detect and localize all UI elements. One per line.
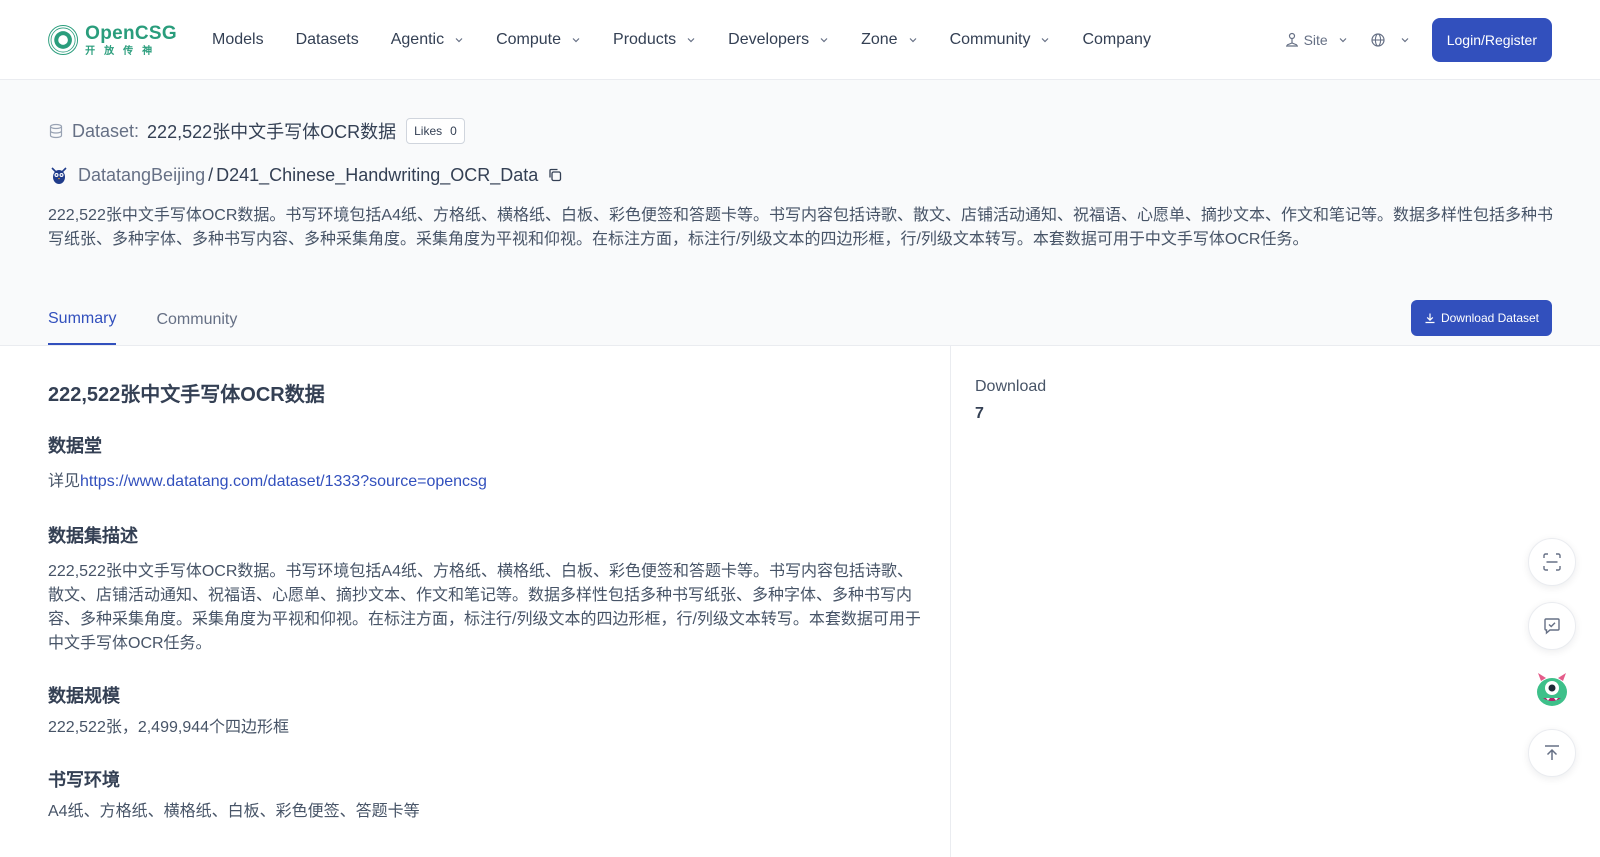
nav-community[interactable]: Community — [950, 31, 1051, 49]
tab-community[interactable]: Community — [156, 299, 237, 345]
readme-content: 222,522张中文手写体OCR数据 数据堂 详见https://www.dat… — [48, 346, 923, 857]
section-heading-scale: 数据规模 — [48, 686, 120, 706]
site-label: Site — [1303, 32, 1328, 48]
mascot-icon — [1537, 673, 1567, 706]
dataset-label: Dataset: — [72, 120, 140, 141]
datatang-source-link[interactable]: https://www.datatang.com/dataset/1333?so… — [80, 473, 487, 490]
nav-company[interactable]: Company — [1082, 31, 1150, 49]
nav-compute[interactable]: Compute — [496, 31, 581, 49]
download-icon — [1425, 313, 1435, 324]
site-icon — [1285, 32, 1298, 47]
section-heading-environment: 书写环境 — [48, 770, 120, 790]
chevron-down-icon — [909, 38, 916, 43]
nav-community-label: Community — [949, 31, 1031, 48]
section-heading-datatang: 数据堂 — [48, 436, 102, 456]
dataset-header: Dataset: 222,522张中文手写体OCR数据 Likes 0 Data… — [0, 80, 1600, 346]
dataset-title: 222,522张中文手写体OCR数据 — [147, 122, 397, 142]
logo-name: OpenCSG — [85, 22, 177, 44]
header-tools: Site Login/Register — [1284, 18, 1552, 62]
nav-datasets-label: Datasets — [295, 31, 359, 48]
description-text: 222,522张中文手写体OCR数据。书写环境包括A4纸、方格纸、横格纸、白板、… — [48, 563, 921, 652]
source-prefix: 详见 — [48, 473, 81, 490]
opencsg-logo-icon — [48, 25, 79, 55]
feedback-button[interactable] — [1528, 602, 1576, 650]
back-to-top-button[interactable] — [1528, 729, 1576, 777]
section-heading-description: 数据集描述 — [48, 526, 138, 546]
likes-button[interactable]: Likes 0 — [406, 118, 465, 144]
nav-compute-label: Compute — [496, 31, 562, 48]
back-to-top-icon — [1545, 745, 1559, 760]
chevron-down-icon — [572, 38, 580, 43]
globe-icon — [1371, 33, 1385, 47]
dataset-description: 222,522张中文手写体OCR数据。书写环境包括A4纸、方格纸、横格纸、白板、… — [48, 207, 1553, 248]
download-dataset-label: Download Dataset — [1440, 311, 1539, 325]
chevron-down-icon — [1401, 38, 1409, 43]
copy-icon[interactable] — [547, 167, 563, 183]
login-register-button[interactable]: Login/Register — [1431, 18, 1552, 62]
tab-summary[interactable]: Summary — [48, 299, 117, 345]
nav-zone-label: Zone — [861, 31, 898, 48]
chevron-down-icon — [687, 38, 695, 43]
database-icon — [49, 123, 63, 139]
likes-label: Likes — [414, 124, 443, 138]
dataset-tabs: Summary Community — [48, 299, 277, 345]
language-selector[interactable] — [1370, 32, 1410, 48]
logo-subtitle: 开放传神 — [85, 45, 162, 57]
scale-text: 222,522张，2,499,944个四边形框 — [48, 719, 290, 736]
check-message-icon — [1544, 618, 1560, 635]
nav-developers[interactable]: Developers — [728, 31, 829, 49]
main-nav: Models Datasets Agentic Compute Products… — [212, 0, 1183, 80]
repo-path-separator: / — [208, 164, 214, 185]
opencsg-logo[interactable]: OpenCSG 开放传神 — [47, 18, 177, 62]
nav-products-label: Products — [613, 31, 677, 48]
dataset-title-row: Dataset: 222,522张中文手写体OCR数据 Likes 0 — [48, 118, 465, 144]
owner-avatar — [51, 167, 67, 184]
top-navigation-bar: OpenCSG 开放传神 Models Datasets Agentic Com… — [0, 0, 1600, 80]
datatang-source-text: 详见https://www.datatang.com/dataset/1333?… — [48, 470, 923, 494]
chevron-down-icon — [1339, 38, 1347, 43]
likes-count: 0 — [450, 124, 457, 138]
content-divider — [950, 346, 951, 857]
repo-owner-link[interactable]: DatatangBeijing — [78, 165, 205, 186]
repo-path-row: DatatangBeijing / D241_Chinese_Handwriti… — [48, 162, 563, 188]
repo-name: D241_Chinese_Handwriting_OCR_Data — [216, 164, 539, 185]
scan-button[interactable] — [1528, 538, 1576, 586]
nav-models[interactable]: Models — [212, 31, 264, 49]
download-stat-value: 7 — [975, 405, 984, 422]
nav-models-label: Models — [212, 31, 264, 48]
nav-company-label: Company — [1082, 31, 1151, 48]
chevron-down-icon — [455, 38, 463, 43]
site-selector[interactable]: Site — [1284, 32, 1348, 48]
nav-products[interactable]: Products — [613, 31, 696, 49]
download-stat-label: Download — [975, 378, 1047, 395]
nav-datasets[interactable]: Datasets — [296, 31, 359, 49]
nav-agentic[interactable]: Agentic — [391, 31, 464, 49]
nav-agentic-label: Agentic — [390, 31, 445, 48]
nav-zone[interactable]: Zone — [861, 31, 917, 49]
environment-text: A4纸、方格纸、横格纸、白板、彩色便签、答题卡等 — [48, 803, 420, 820]
chevron-down-icon — [820, 38, 828, 43]
scan-icon — [1543, 553, 1561, 571]
nav-developers-label: Developers — [728, 31, 810, 48]
assistant-mascot-button[interactable] — [1528, 665, 1576, 713]
readme-title: 222,522张中文手写体OCR数据 — [48, 384, 325, 406]
download-dataset-button[interactable]: Download Dataset — [1410, 300, 1552, 336]
chevron-down-icon — [1042, 38, 1049, 43]
